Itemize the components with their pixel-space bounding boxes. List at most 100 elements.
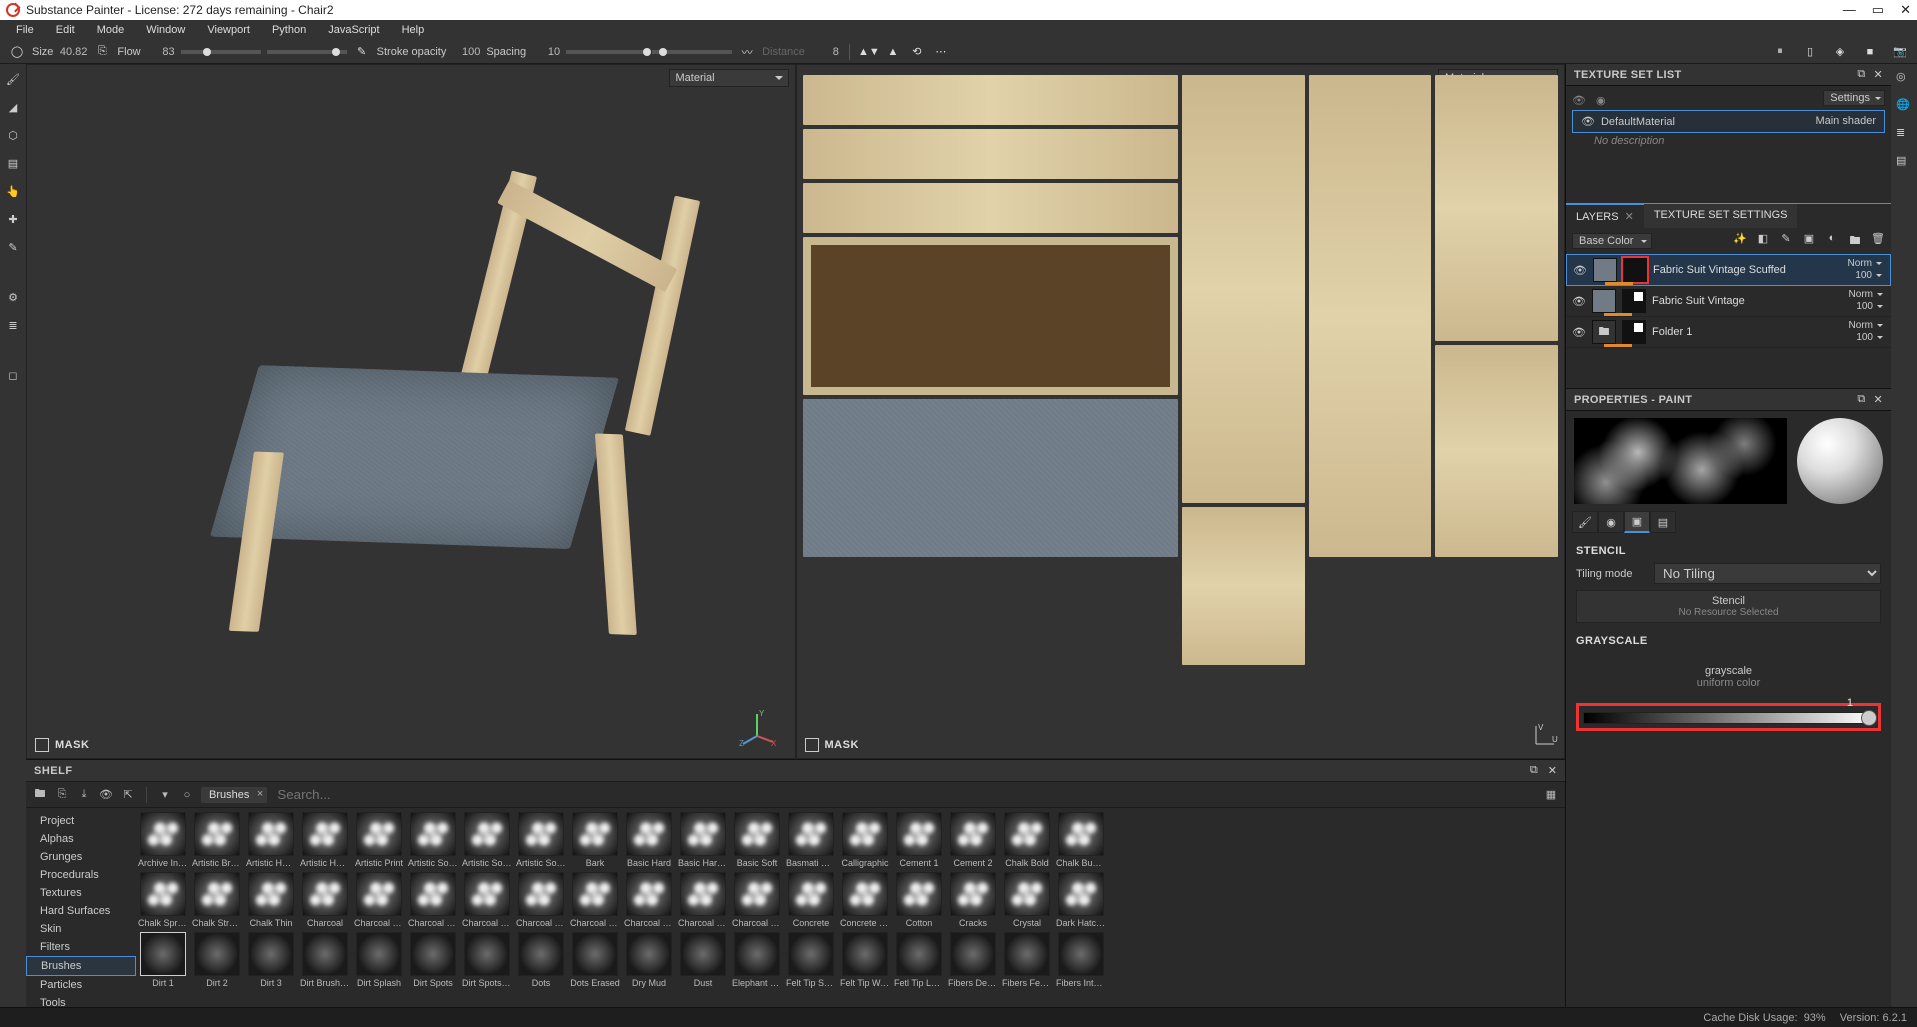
shelf-brush-item[interactable]: Artistic Soft …: [408, 812, 458, 868]
opacity-slider[interactable]: [566, 50, 646, 54]
shelf-brush-item[interactable]: Charcoal M…: [516, 872, 566, 928]
tab-layers-close-icon[interactable]: ✕: [1625, 211, 1634, 223]
shelf-category-item[interactable]: Skin: [26, 920, 136, 938]
shelf-visibility-icon[interactable]: 👁: [98, 787, 114, 803]
window-minimize-button[interactable]: —: [1843, 2, 1856, 18]
shelf-category-item[interactable]: Particles: [26, 976, 136, 994]
shelf-filter-icon[interactable]: ▾: [157, 787, 173, 803]
shelf-brush-item[interactable]: Dirt 2: [192, 932, 242, 988]
layer-blend-dropdown[interactable]: Norm: [1849, 289, 1883, 300]
tab-texture-set-settings[interactable]: TEXTURE SET SETTINGS: [1644, 204, 1798, 228]
menu-viewport[interactable]: Viewport: [197, 22, 260, 38]
tsl-item-shader[interactable]: Main shader: [1815, 115, 1876, 128]
shelf-brush-item[interactable]: Chalk Strong: [192, 872, 242, 928]
shelf-import-icon[interactable]: ⤓: [76, 787, 92, 803]
layer-opacity-dropdown[interactable]: 100: [1856, 301, 1883, 312]
size-slider[interactable]: [181, 50, 261, 54]
shelf-brush-item[interactable]: Chalk Bumpy: [1056, 812, 1106, 868]
shelf-category-item[interactable]: Alphas: [26, 830, 136, 848]
shelf-brush-item[interactable]: Dry Mud: [624, 932, 674, 988]
shelf-brush-item[interactable]: Dirt Splash: [354, 932, 404, 988]
pen-pressure-icon[interactable]: ✎: [353, 43, 371, 61]
shelf-folder-icon[interactable]: 🖿: [32, 787, 48, 803]
shelf-brush-item[interactable]: Fibers Feather: [1002, 932, 1052, 988]
spacing-slider[interactable]: [652, 50, 732, 54]
shelf-brush-item[interactable]: Dots Erased: [570, 932, 620, 988]
brush-alpha-preview[interactable]: [1574, 418, 1787, 504]
settings-icon[interactable]: ⚙: [4, 288, 22, 306]
shelf-category-item[interactable]: Filters: [26, 938, 136, 956]
shelf-category-item[interactable]: Textures: [26, 884, 136, 902]
window-close-button[interactable]: ✕: [1900, 2, 1911, 18]
layer-thumb[interactable]: [1592, 289, 1616, 313]
shelf-brush-item[interactable]: Charcoal Fine: [354, 872, 404, 928]
layer-thumb[interactable]: [1593, 258, 1617, 282]
shelf-layout-icon[interactable]: ▦: [1543, 787, 1559, 803]
shelf-brush-item[interactable]: Artistic Soft …: [462, 812, 512, 868]
picker-tool-icon[interactable]: ✎: [4, 238, 22, 256]
shelf-brush-item[interactable]: Basic Hard: [624, 812, 674, 868]
layer-mask-thumb[interactable]: [1622, 289, 1646, 313]
eraser-tool-icon[interactable]: ◢: [4, 98, 22, 116]
dock-target-icon[interactable]: ◎: [1896, 70, 1912, 86]
shelf-brush-item[interactable]: Archive Inker: [138, 812, 188, 868]
fill-tool-icon[interactable]: ▤: [4, 154, 22, 172]
tsl-close-icon[interactable]: ✕: [1873, 68, 1883, 81]
shelf-popout-icon[interactable]: ⧉: [1530, 764, 1538, 777]
shelf-brush-item[interactable]: Charcoal Str…: [678, 872, 728, 928]
shelf-brush-item[interactable]: Chalk Spread: [138, 872, 188, 928]
rendering-mode-icon[interactable]: ◈: [1831, 43, 1849, 61]
screenshot-icon[interactable]: 📷: [1891, 43, 1909, 61]
shelf-brush-item[interactable]: Dark Hatcher: [1056, 872, 1106, 928]
layer-item[interactable]: 👁Fabric Suit Vintage ScuffedNorm100: [1566, 254, 1891, 286]
grayscale-slider[interactable]: 1: [1583, 712, 1874, 724]
hierarchy-icon[interactable]: ≣: [4, 316, 22, 334]
shelf-brush-item[interactable]: Charcoal Wi…: [732, 872, 782, 928]
dock-globe-icon[interactable]: 🌐: [1896, 98, 1912, 114]
symmetry-y-icon[interactable]: ▲: [884, 43, 902, 61]
properties-popout-icon[interactable]: ⧉: [1857, 393, 1865, 406]
shelf-brush-item[interactable]: Charcoal Li…: [462, 872, 512, 928]
shelf-export-icon[interactable]: ⇱: [120, 787, 136, 803]
prop-tab-alpha-icon[interactable]: ◉: [1598, 511, 1624, 533]
prop-tab-brush-icon[interactable]: 🖌: [1572, 511, 1598, 533]
add-mask-icon[interactable]: ◧: [1756, 232, 1770, 251]
link-icon[interactable]: ⎘: [93, 43, 111, 61]
shelf-brush-item[interactable]: Charcoal: [300, 872, 350, 928]
shelf-brush-item[interactable]: Basic Soft: [732, 812, 782, 868]
layer-item[interactable]: 👁🖿Folder 1Norm100: [1566, 317, 1891, 348]
shelf-close-icon[interactable]: ✕: [1548, 764, 1557, 777]
shelf-brush-item[interactable]: Crystal: [1002, 872, 1052, 928]
smudge-tool-icon[interactable]: 👆: [4, 182, 22, 200]
shelf-brush-item[interactable]: Dirt Spots: [408, 932, 458, 988]
menu-help[interactable]: Help: [392, 22, 435, 38]
symmetry-x-icon[interactable]: ▲▼: [860, 43, 878, 61]
2d-viewport[interactable]: Material V U MASK: [796, 64, 1566, 759]
tsl-settings-dropdown[interactable]: Settings: [1823, 90, 1885, 106]
menu-file[interactable]: File: [6, 22, 44, 38]
shelf-brush-item[interactable]: Dirt 3: [246, 932, 296, 988]
shelf-brush-item[interactable]: Dust: [678, 932, 728, 988]
add-fill-layer-icon[interactable]: ▣: [1802, 232, 1816, 251]
layer-visibility-icon[interactable]: 👁: [1572, 295, 1586, 308]
material-sphere-preview[interactable]: [1797, 418, 1883, 504]
layer-mask-thumb[interactable]: [1622, 320, 1646, 344]
add-paint-layer-icon[interactable]: ✎: [1779, 232, 1793, 251]
shelf-brush-item[interactable]: Fibers Interl…: [1056, 932, 1106, 988]
shelf-filter-chip[interactable]: Brushes: [201, 787, 267, 803]
shelf-category-item[interactable]: Hard Surfaces: [26, 902, 136, 920]
shelf-brush-item[interactable]: Dirt 1: [138, 932, 188, 988]
shelf-category-item[interactable]: Brushes: [26, 956, 136, 976]
menu-python[interactable]: Python: [262, 22, 316, 38]
shelf-brush-item[interactable]: Fibers Dense: [948, 932, 998, 988]
shelf-category-item[interactable]: Grunges: [26, 848, 136, 866]
shelf-brush-item[interactable]: Bark: [570, 812, 620, 868]
tab-layers[interactable]: LAYERS✕: [1566, 203, 1644, 228]
shelf-search-input[interactable]: [273, 783, 1537, 806]
tsl-solo-icon[interactable]: ◉: [1596, 94, 1606, 107]
shelf-brush-item[interactable]: Concrete Li…: [840, 872, 890, 928]
shelf-brush-item[interactable]: Chalk Thin: [246, 872, 296, 928]
shelf-brush-item[interactable]: Cotton: [894, 872, 944, 928]
camera-icon[interactable]: ■: [1861, 43, 1879, 61]
quick-mask-icon[interactable]: ◻: [4, 366, 22, 384]
